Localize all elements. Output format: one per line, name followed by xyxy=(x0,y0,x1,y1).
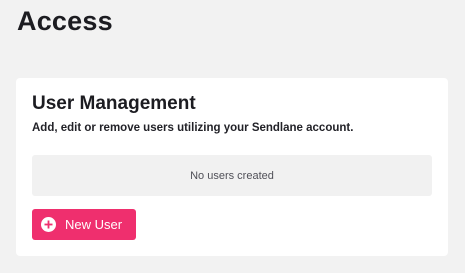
empty-state-message: No users created xyxy=(32,155,432,196)
page-title: Access xyxy=(17,6,113,36)
new-user-button-label: New User xyxy=(65,217,123,232)
card-description: Add, edit or remove users utilizing your… xyxy=(32,122,354,134)
access-page: Access User Management Add, edit or remo… xyxy=(0,0,465,273)
plus-circle-icon xyxy=(41,217,56,232)
card-title: User Management xyxy=(32,93,196,114)
new-user-button[interactable]: New User xyxy=(32,209,136,240)
user-management-card: User Management Add, edit or remove user… xyxy=(16,78,448,256)
